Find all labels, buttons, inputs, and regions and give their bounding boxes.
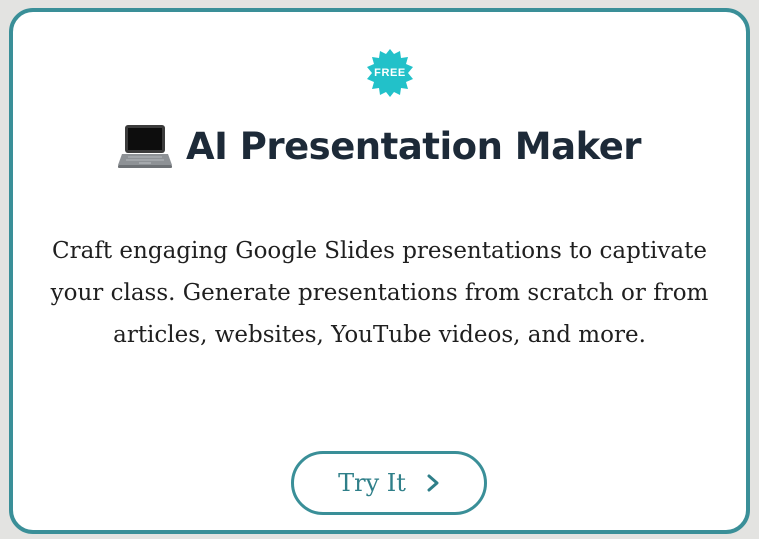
- page-title: AI Presentation Maker: [185, 124, 642, 168]
- description-text: Craft engaging Google Slides presentatio…: [50, 238, 709, 348]
- title-row: AI Presentation Maker: [13, 116, 746, 176]
- try-it-button[interactable]: Try It: [291, 451, 487, 515]
- laptop-icon: [117, 123, 172, 169]
- badge-label: FREE: [374, 67, 406, 79]
- chevron-right-icon: [426, 473, 440, 493]
- free-badge: FREE: [365, 48, 415, 98]
- try-it-label: Try It: [338, 469, 406, 497]
- tool-card: FREE AI Presentation Maker Craft engagin…: [9, 8, 750, 534]
